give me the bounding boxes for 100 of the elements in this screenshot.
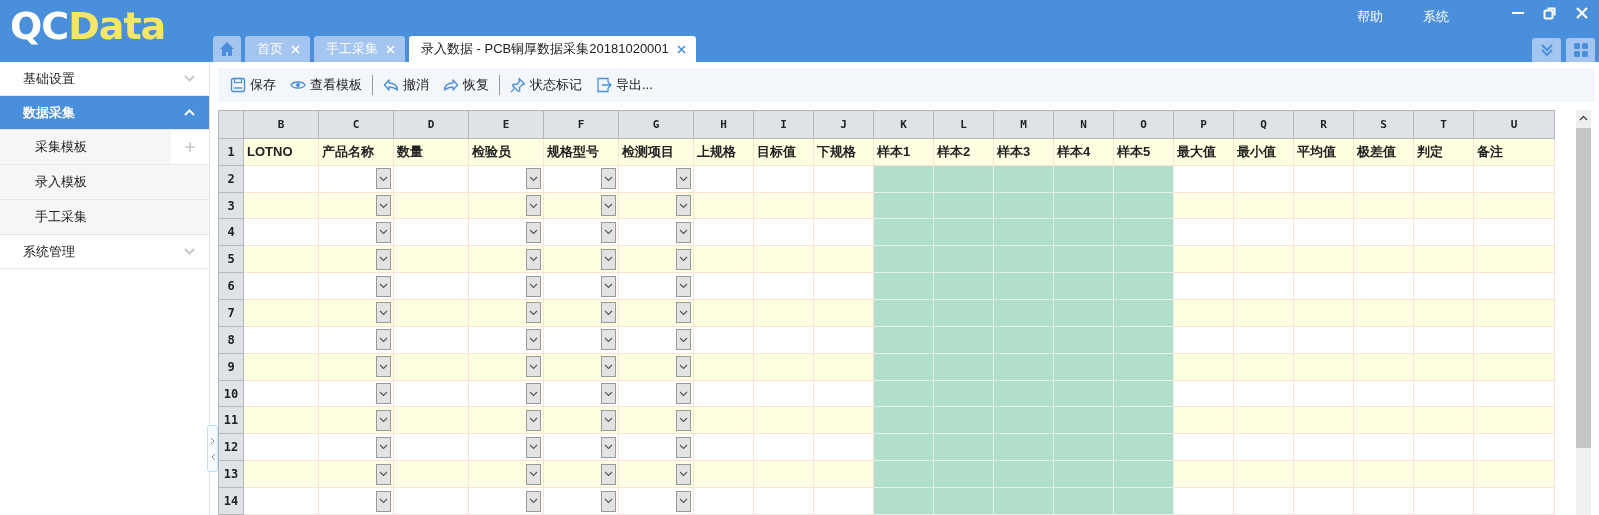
row-header[interactable]: 9	[218, 353, 244, 381]
column-header[interactable]: H	[693, 110, 754, 139]
table-cell[interactable]	[1473, 353, 1555, 381]
table-cell[interactable]	[243, 487, 319, 515]
table-cell[interactable]	[1473, 165, 1555, 193]
dropdown-button[interactable]	[601, 248, 616, 270]
table-cell[interactable]	[693, 192, 754, 219]
column-header[interactable]: Q	[1233, 110, 1294, 139]
column-header[interactable]: R	[1293, 110, 1354, 139]
table-cell[interactable]	[243, 165, 319, 193]
sample-cell[interactable]	[1053, 380, 1114, 407]
column-header[interactable]: G	[618, 110, 694, 139]
home-tab[interactable]	[213, 36, 241, 62]
table-cell[interactable]	[393, 165, 469, 193]
scrollbar[interactable]	[1576, 110, 1591, 515]
table-cell[interactable]	[1473, 272, 1555, 300]
dropdown-button[interactable]	[376, 356, 391, 378]
sample-cell[interactable]	[933, 192, 994, 219]
toolbar-button[interactable]: 查看模板	[286, 74, 366, 96]
column-header[interactable]: S	[1353, 110, 1414, 139]
dropdown-button[interactable]	[376, 409, 391, 431]
column-header[interactable]: O	[1113, 110, 1174, 139]
table-cell[interactable]	[1233, 380, 1294, 407]
table-cell[interactable]	[1293, 380, 1354, 407]
table-cell[interactable]	[393, 192, 469, 219]
dropdown-button[interactable]	[526, 329, 541, 351]
dropdown-button[interactable]	[601, 275, 616, 297]
column-header[interactable]: C	[318, 110, 394, 139]
table-cell[interactable]	[243, 299, 319, 327]
grid-view-button[interactable]	[1566, 38, 1595, 62]
row-header[interactable]: 6	[218, 272, 244, 300]
toolbar-button[interactable]: 导出...	[592, 74, 657, 96]
sample-cell[interactable]	[993, 192, 1054, 219]
tab[interactable]: 录入数据 - PCB铜厚数据采集20181020001	[409, 36, 696, 62]
table-cell[interactable]	[1173, 192, 1234, 219]
dropdown-button[interactable]	[601, 463, 616, 485]
dropdown-button[interactable]	[676, 436, 691, 458]
sidebar-subitem[interactable]: 采集模板	[0, 130, 209, 165]
table-cell[interactable]	[243, 433, 319, 461]
toolbar-button[interactable]: 恢复	[439, 74, 493, 96]
dropdown-button[interactable]	[376, 221, 391, 243]
column-header[interactable]: J	[813, 110, 874, 139]
dropdown-button[interactable]	[526, 221, 541, 243]
table-cell[interactable]	[243, 245, 319, 273]
toolbar-button[interactable]: 保存	[226, 74, 280, 96]
dropdown-button[interactable]	[526, 463, 541, 485]
table-cell[interactable]	[243, 272, 319, 300]
dropdown-button[interactable]	[376, 329, 391, 351]
column-header[interactable]: M	[993, 110, 1054, 139]
sidebar-subitem[interactable]: 录入模板	[0, 165, 209, 200]
table-cell[interactable]	[1473, 192, 1555, 219]
table-cell[interactable]	[693, 380, 754, 407]
table-cell[interactable]	[1473, 487, 1555, 515]
table-cell[interactable]	[243, 218, 319, 246]
dropdown-button[interactable]	[601, 221, 616, 243]
row-header[interactable]: 12	[218, 433, 244, 461]
sample-cell[interactable]	[873, 380, 934, 407]
dropdown-button[interactable]	[676, 302, 691, 324]
table-cell[interactable]	[393, 218, 469, 246]
dropdown-button[interactable]	[526, 248, 541, 270]
table-cell[interactable]	[1173, 380, 1234, 407]
table-cell[interactable]	[243, 326, 319, 354]
dropdown-button[interactable]	[376, 436, 391, 458]
sample-cell[interactable]	[993, 380, 1054, 407]
column-header[interactable]: E	[468, 110, 544, 139]
table-cell[interactable]	[393, 272, 469, 300]
row-header[interactable]: 10	[218, 380, 244, 407]
table-cell[interactable]	[753, 380, 814, 407]
row-header[interactable]: 5	[218, 245, 244, 273]
table-cell[interactable]	[1473, 218, 1555, 246]
dropdown-button[interactable]	[376, 302, 391, 324]
toolbar-button[interactable]: 状态标记	[506, 74, 586, 96]
dropdown-button[interactable]	[376, 195, 391, 217]
dropdown-button[interactable]	[526, 168, 541, 190]
sample-cell[interactable]	[933, 380, 994, 407]
row-header[interactable]: 7	[218, 299, 244, 327]
dropdown-button[interactable]	[376, 383, 391, 405]
table-cell[interactable]	[1413, 380, 1474, 407]
row-header[interactable]: 11	[218, 407, 244, 434]
table-cell[interactable]	[1473, 380, 1555, 407]
column-header[interactable]: N	[1053, 110, 1114, 139]
sidebar-subitem[interactable]: 手工采集	[0, 200, 209, 235]
dropdown-button[interactable]	[601, 490, 616, 512]
row-header[interactable]: 4	[218, 218, 244, 246]
dropdown-button[interactable]	[676, 168, 691, 190]
dropdown-button[interactable]	[601, 302, 616, 324]
table-cell[interactable]	[243, 460, 319, 488]
column-header[interactable]: K	[873, 110, 934, 139]
row-header[interactable]: 1	[218, 138, 244, 166]
table-cell[interactable]	[393, 299, 469, 327]
column-header[interactable]: I	[753, 110, 814, 139]
table-cell[interactable]	[393, 460, 469, 488]
dropdown-button[interactable]	[601, 356, 616, 378]
table-cell[interactable]	[393, 407, 469, 434]
sidebar-toggle[interactable]	[207, 425, 218, 472]
dropdown-button[interactable]	[376, 275, 391, 297]
table-cell[interactable]	[243, 353, 319, 381]
dropdown-button[interactable]	[376, 490, 391, 512]
table-cell[interactable]	[393, 353, 469, 381]
dropdown-button[interactable]	[376, 248, 391, 270]
